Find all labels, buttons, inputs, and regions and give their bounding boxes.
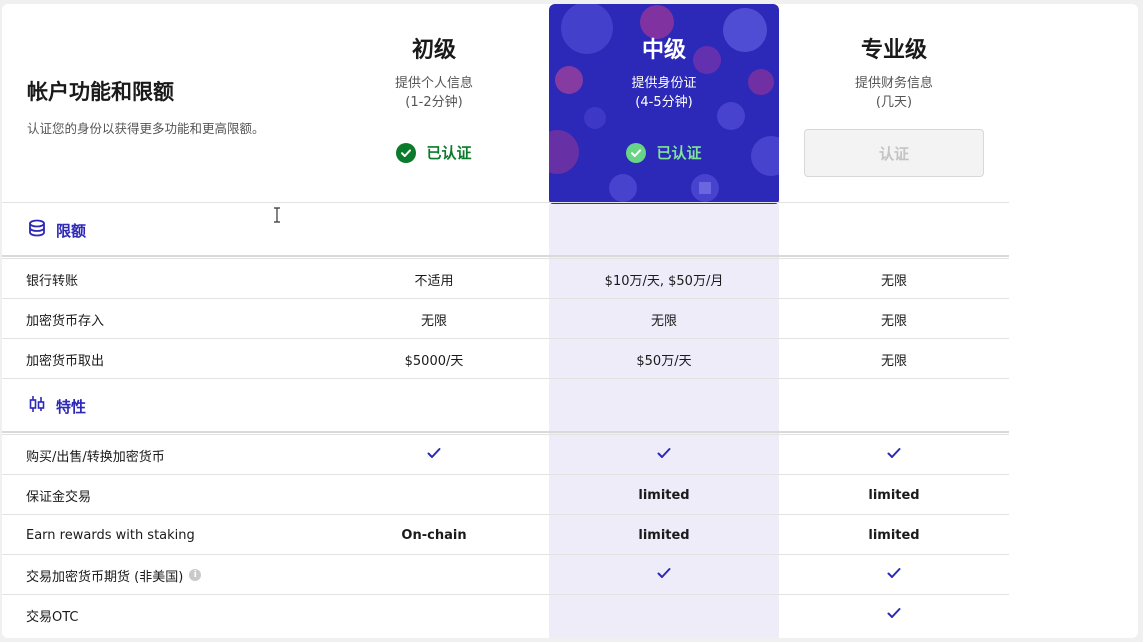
info-icon[interactable]: i: [189, 569, 202, 581]
checkmark-icon: [657, 567, 671, 583]
table-row: 交易OTC: [2, 594, 1009, 635]
verified-status: 已认证: [319, 142, 549, 163]
check-circle-icon: [396, 142, 417, 163]
cell-pro: [779, 567, 1009, 583]
candlestick-chart-icon: [28, 395, 46, 417]
tier-name: 初级: [411, 38, 456, 63]
section-features-label: 特性: [28, 395, 86, 417]
cell-pro: 无限: [880, 353, 907, 369]
row-label-text: 交易加密货币期货 (非美国): [26, 569, 184, 585]
cell-pro: 无限: [880, 313, 907, 329]
tier-description: 提供身份证 (4-5分钟): [549, 74, 779, 112]
cell-basic: 不适用: [414, 273, 454, 289]
cell-pro: limited: [868, 527, 920, 543]
cell-intermediate: limited: [638, 527, 690, 543]
tier-basic: 初级 提供个人信息 (1-2分钟) 已认证: [319, 4, 549, 204]
cell-intermediate: $10万/天, $50万/月: [604, 273, 724, 289]
cell-intermediate: limited: [638, 487, 690, 503]
page-subtitle: 认证您的身份以获得更多功能和更高限额。: [27, 121, 265, 136]
cell-pro: [779, 447, 1009, 463]
coins-stack-icon: [28, 219, 46, 241]
cell-basic: [319, 447, 549, 463]
table-row: 保证金交易 limited limited: [2, 474, 1009, 515]
verify-button[interactable]: 认证: [804, 129, 984, 177]
cell-basic: On-chain: [401, 527, 467, 543]
text-cursor-icon: [273, 207, 281, 227]
cell-intermediate: 无限: [650, 313, 677, 329]
row-label: 交易加密货币期货 (非美国) i: [26, 566, 202, 585]
cell-intermediate: [549, 447, 779, 463]
row-label: 加密货币存入: [26, 313, 105, 329]
table-row: 加密货币存入 无限 无限 无限: [2, 298, 1009, 339]
tier-desc-time: (1-2分钟): [405, 95, 463, 110]
tier-desc-time: (几天): [875, 95, 913, 110]
tier-description: 提供财务信息 (几天): [779, 74, 1009, 112]
row-label: 购买/出售/转换加密货币: [26, 449, 165, 465]
section-features: 特性: [2, 378, 1009, 433]
row-label: 保证金交易: [26, 489, 92, 505]
tier-desc-line: 提供个人信息: [394, 76, 473, 91]
checkmark-icon: [887, 567, 901, 583]
tier-pro: 专业级 提供财务信息 (几天) 认证: [779, 4, 1009, 204]
section-limits: 限额: [2, 202, 1009, 257]
cell-basic: $5000/天: [404, 353, 464, 369]
account-limits-card: 帐户功能和限额 认证您的身份以获得更多功能和更高限额。 初级 提供个人信息 (1…: [2, 4, 1138, 638]
row-label: 交易OTC: [26, 609, 79, 625]
tier-name: 中级: [641, 38, 686, 63]
check-circle-icon: [626, 142, 647, 163]
tier-name: 专业级: [860, 38, 927, 63]
cell-intermediate: $50万/天: [636, 353, 692, 369]
checkmark-icon: [427, 447, 441, 463]
table-row: Earn rewards with staking On-chain limit…: [2, 514, 1009, 555]
tier-desc-time: (4-5分钟): [635, 95, 693, 110]
tier-desc-line: 提供身份证: [631, 76, 697, 91]
section-title: 特性: [56, 397, 87, 416]
tier-description: 提供个人信息 (1-2分钟): [319, 74, 549, 112]
cell-pro: limited: [868, 487, 920, 503]
table-row: 交易加密货币期货 (非美国) i: [2, 554, 1009, 595]
section-title: 限额: [56, 221, 87, 240]
table-row: 购买/出售/转换加密货币: [2, 434, 1009, 475]
cell-basic: 无限: [420, 313, 447, 329]
section-limits-label: 限额: [28, 219, 86, 241]
verified-status: 已认证: [549, 142, 779, 163]
verified-label: 已认证: [656, 144, 702, 162]
row-label: 银行转账: [26, 273, 79, 289]
cell-intermediate: [549, 567, 779, 583]
tier-desc-line: 提供财务信息: [854, 76, 933, 91]
cell-pro: 无限: [880, 273, 907, 289]
checkmark-icon: [887, 607, 901, 623]
checkmark-icon: [887, 447, 901, 463]
row-label: Earn rewards with staking: [26, 527, 195, 543]
table-row: 银行转账 不适用 $10万/天, $50万/月 无限: [2, 258, 1009, 299]
row-label: 加密货币取出: [26, 353, 105, 369]
checkmark-icon: [657, 447, 671, 463]
verified-label: 已认证: [426, 144, 472, 162]
tier-intermediate: 中级 提供身份证 (4-5分钟) 已认证: [549, 4, 779, 204]
page-title: 帐户功能和限额: [27, 80, 174, 104]
table-row: 加密货币取出 $5000/天 $50万/天 无限: [2, 338, 1009, 379]
cell-pro: [779, 607, 1009, 623]
